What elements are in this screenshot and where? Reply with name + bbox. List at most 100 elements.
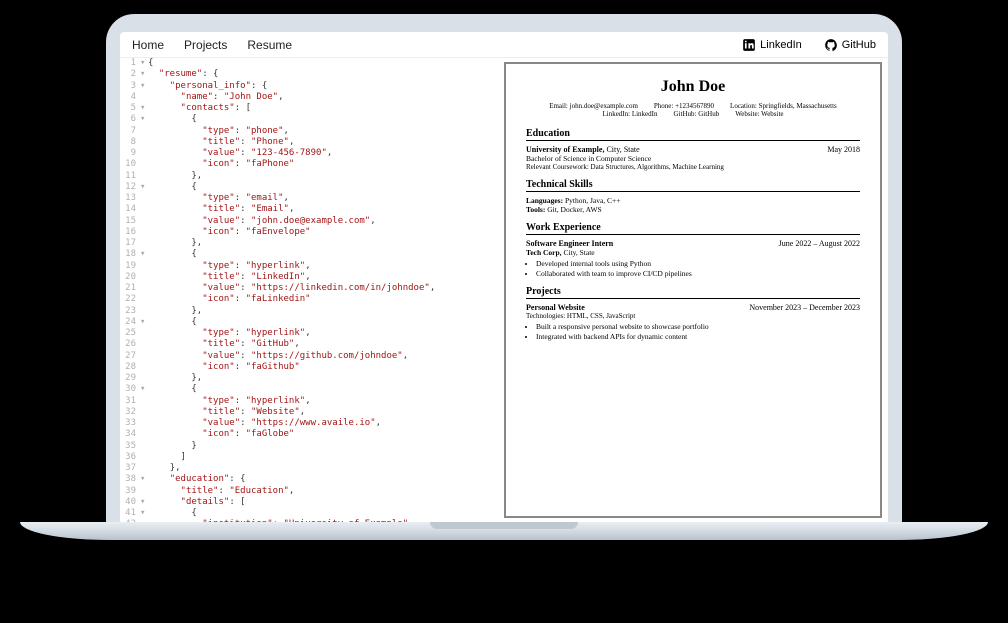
code-text: "type": "hyperlink", <box>148 261 311 272</box>
fold-toggle-icon[interactable]: ▾ <box>140 249 148 260</box>
code-line[interactable]: 21 "value": "https://linkedin.com/in/joh… <box>120 283 500 294</box>
code-line[interactable]: 10 "icon": "faPhone" <box>120 159 500 170</box>
nav-resume[interactable]: Resume <box>247 38 292 52</box>
nav-projects[interactable]: Projects <box>184 38 227 52</box>
fold-toggle-icon <box>140 216 148 227</box>
line-number: 31 <box>120 396 140 407</box>
nav-home[interactable]: Home <box>132 38 164 52</box>
code-line[interactable]: 6▾ { <box>120 114 500 125</box>
fold-toggle-icon[interactable]: ▾ <box>140 474 148 485</box>
line-number: 40 <box>120 497 140 508</box>
edu-date: May 2018 <box>827 145 860 154</box>
github-icon <box>824 38 838 52</box>
code-text: "type": "email", <box>148 193 289 204</box>
json-editor[interactable]: 1▾{2▾ "resume": {3▾ "personal_info": {4 … <box>120 58 500 524</box>
fold-toggle-icon <box>140 306 148 317</box>
fold-toggle-icon <box>140 238 148 249</box>
skills-languages: Languages: Python, Java, C++ <box>526 196 860 205</box>
code-line[interactable]: 17 }, <box>120 238 500 249</box>
line-number: 39 <box>120 486 140 497</box>
code-line[interactable]: 23 }, <box>120 306 500 317</box>
code-line[interactable]: 2▾ "resume": { <box>120 69 500 80</box>
line-number: 2 <box>120 69 140 80</box>
code-line[interactable]: 13 "type": "email", <box>120 193 500 204</box>
code-line[interactable]: 37 }, <box>120 463 500 474</box>
code-text: "resume": { <box>148 69 218 80</box>
code-line[interactable]: 7 "type": "phone", <box>120 126 500 137</box>
line-number: 38 <box>120 474 140 485</box>
code-line[interactable]: 28 "icon": "faGithub" <box>120 362 500 373</box>
code-line[interactable]: 32 "title": "Website", <box>120 407 500 418</box>
contact-github: GitHub: GitHub <box>674 110 720 118</box>
nav-linkedin[interactable]: LinkedIn <box>742 38 802 52</box>
code-line[interactable]: 29 }, <box>120 373 500 384</box>
code-line[interactable]: 26 "title": "GitHub", <box>120 339 500 350</box>
fold-toggle-icon[interactable]: ▾ <box>140 114 148 125</box>
code-line[interactable]: 4 "name": "John Doe", <box>120 92 500 103</box>
code-text: }, <box>148 171 202 182</box>
fold-toggle-icon[interactable]: ▾ <box>140 103 148 114</box>
code-text: "type": "phone", <box>148 126 289 137</box>
line-number: 15 <box>120 216 140 227</box>
fold-toggle-icon[interactable]: ▾ <box>140 317 148 328</box>
code-line[interactable]: 15 "value": "john.doe@example.com", <box>120 216 500 227</box>
code-line[interactable]: 30▾ { <box>120 384 500 395</box>
code-line[interactable]: 39 "title": "Education", <box>120 486 500 497</box>
project-name: Personal Website <box>526 303 585 312</box>
code-line[interactable]: 22 "icon": "faLinkedin" <box>120 294 500 305</box>
code-line[interactable]: 12▾ { <box>120 182 500 193</box>
code-line[interactable]: 3▾ "personal_info": { <box>120 81 500 92</box>
code-line[interactable]: 27 "value": "https://github.com/johndoe"… <box>120 351 500 362</box>
line-number: 41 <box>120 508 140 519</box>
code-line[interactable]: 11 }, <box>120 171 500 182</box>
section-skills: Technical Skills <box>526 179 860 192</box>
code-line[interactable]: 36 ] <box>120 452 500 463</box>
line-number: 35 <box>120 441 140 452</box>
line-number: 1 <box>120 58 140 69</box>
line-number: 37 <box>120 463 140 474</box>
code-line[interactable]: 41▾ { <box>120 508 500 519</box>
code-line[interactable]: 1▾{ <box>120 58 500 69</box>
code-text: { <box>148 317 197 328</box>
nav-github-label: GitHub <box>842 39 876 51</box>
fold-toggle-icon <box>140 148 148 159</box>
fold-toggle-icon[interactable]: ▾ <box>140 69 148 80</box>
contact-website: Website: Website <box>735 110 783 118</box>
line-number: 28 <box>120 362 140 373</box>
project-bullet: Built a responsive personal website to s… <box>536 322 860 331</box>
section-projects: Projects <box>526 286 860 299</box>
line-number: 7 <box>120 126 140 137</box>
code-text: { <box>148 182 197 193</box>
code-text: "type": "hyperlink", <box>148 396 311 407</box>
laptop-base <box>0 522 1008 552</box>
code-line[interactable]: 25 "type": "hyperlink", <box>120 328 500 339</box>
fold-toggle-icon[interactable]: ▾ <box>140 508 148 519</box>
code-line[interactable]: 40▾ "details": [ <box>120 497 500 508</box>
fold-toggle-icon <box>140 452 148 463</box>
code-line[interactable]: 35 } <box>120 441 500 452</box>
code-line[interactable]: 24▾ { <box>120 317 500 328</box>
edu-institution: University of Example, City, State <box>526 145 640 154</box>
code-line[interactable]: 20 "title": "LinkedIn", <box>120 272 500 283</box>
fold-toggle-icon <box>140 227 148 238</box>
code-line[interactable]: 34 "icon": "faGlobe" <box>120 429 500 440</box>
code-line[interactable]: 33 "value": "https://www.availe.io", <box>120 418 500 429</box>
code-line[interactable]: 19 "type": "hyperlink", <box>120 261 500 272</box>
fold-toggle-icon[interactable]: ▾ <box>140 384 148 395</box>
code-line[interactable]: 38▾ "education": { <box>120 474 500 485</box>
nav-github[interactable]: GitHub <box>824 38 876 52</box>
fold-toggle-icon <box>140 126 148 137</box>
code-line[interactable]: 14 "title": "Email", <box>120 204 500 215</box>
code-line[interactable]: 31 "type": "hyperlink", <box>120 396 500 407</box>
code-line[interactable]: 8 "title": "Phone", <box>120 137 500 148</box>
code-line[interactable]: 9 "value": "123-456-7890", <box>120 148 500 159</box>
fold-toggle-icon[interactable]: ▾ <box>140 182 148 193</box>
fold-toggle-icon <box>140 283 148 294</box>
code-line[interactable]: 5▾ "contacts": [ <box>120 103 500 114</box>
code-line[interactable]: 16 "icon": "faEnvelope" <box>120 227 500 238</box>
fold-toggle-icon[interactable]: ▾ <box>140 81 148 92</box>
code-line[interactable]: 18▾ { <box>120 249 500 260</box>
code-text: "value": "https://linkedin.com/in/johndo… <box>148 283 435 294</box>
fold-toggle-icon[interactable]: ▾ <box>140 58 148 69</box>
fold-toggle-icon[interactable]: ▾ <box>140 497 148 508</box>
